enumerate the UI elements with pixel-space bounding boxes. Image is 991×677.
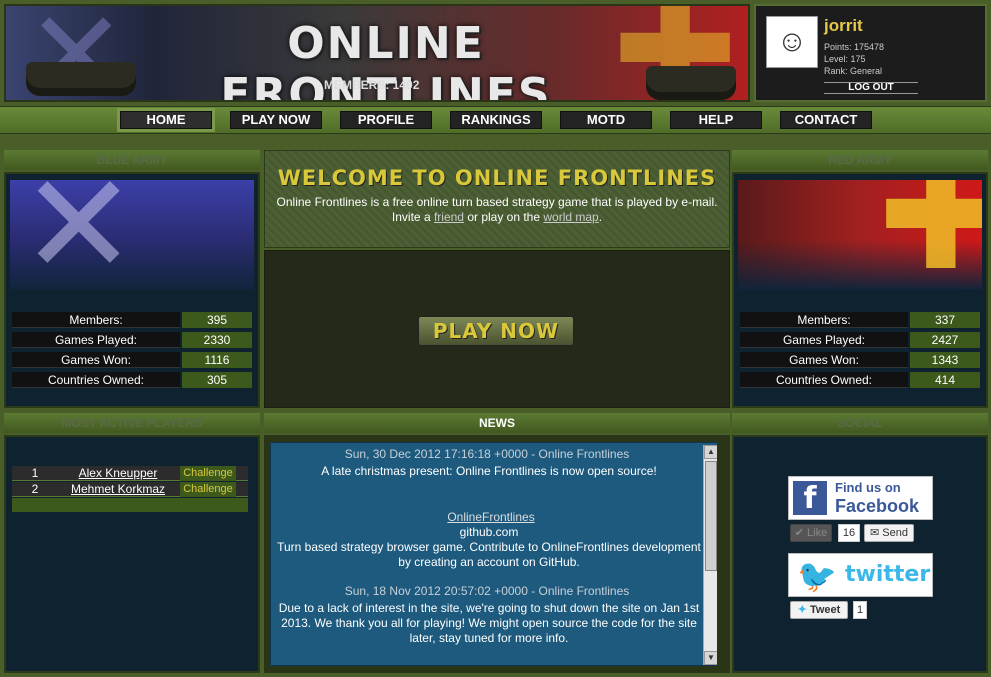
stat-value: 1343 bbox=[910, 352, 980, 368]
stat-label: Games Played: bbox=[740, 332, 908, 348]
welcome-text: Online Frontlines is a free online turn … bbox=[276, 195, 718, 225]
scroll-thumb[interactable] bbox=[705, 461, 717, 571]
user-level: Level: 175 bbox=[824, 54, 866, 64]
blue-x-icon: ✕ bbox=[20, 180, 138, 290]
invite-friend-link[interactable]: friend bbox=[434, 210, 464, 224]
blue-army-image: ✕ bbox=[10, 180, 254, 290]
stat-value: 1116 bbox=[182, 352, 252, 368]
news-link-domain: github.com bbox=[459, 525, 519, 539]
welcome-text-3: . bbox=[598, 210, 603, 224]
red-stat-members: Members: 337 bbox=[740, 312, 980, 328]
red-army-image: ✚ bbox=[738, 180, 982, 290]
news-feed[interactable]: Sun, 30 Dec 2012 17:16:18 +0000 - Online… bbox=[270, 442, 718, 666]
blue-stat-games-played: Games Played: 2330 bbox=[12, 332, 252, 348]
play-now-button[interactable]: PLAY NOW bbox=[418, 316, 574, 346]
stat-label: Members: bbox=[12, 312, 180, 328]
stat-label: Members: bbox=[740, 312, 908, 328]
red-army-title: RED ARMY bbox=[828, 153, 892, 167]
facebook-label-line1: Find us on bbox=[835, 480, 901, 495]
header-banner: ✕ ✚ ONLINE FRONTLINES MEMBERS: 1492 bbox=[4, 4, 750, 102]
stat-value: 337 bbox=[910, 312, 980, 328]
challenge-button[interactable]: Challenge bbox=[180, 482, 236, 497]
twitter-bird-icon: 🐦 bbox=[797, 558, 837, 594]
nav-play-now[interactable]: PLAY NOW bbox=[230, 111, 322, 129]
stat-label: Games Played: bbox=[12, 332, 180, 348]
red-stat-games-won: Games Won: 1343 bbox=[740, 352, 980, 368]
tweet-button[interactable]: ✦ Tweet bbox=[790, 601, 848, 619]
stat-label: Games Won: bbox=[740, 352, 908, 368]
scroll-up-icon[interactable]: ▲ bbox=[704, 445, 717, 459]
send-label: Send bbox=[882, 527, 908, 539]
facebook-label-line2: Facebook bbox=[835, 496, 920, 516]
blue-army-title: BLUE ARMY bbox=[96, 153, 168, 167]
user-panel: ☺ jorrit Points: 175478 Level: 175 Rank:… bbox=[754, 4, 987, 102]
nav-profile[interactable]: PROFILE bbox=[340, 111, 432, 129]
like-button[interactable]: ✔ Like bbox=[790, 524, 832, 542]
red-stat-countries: Countries Owned: 414 bbox=[740, 372, 980, 388]
world-map-link[interactable]: world map bbox=[543, 210, 598, 224]
player-name-link[interactable]: Alex Kneupper bbox=[58, 466, 178, 481]
news-item-header: Sun, 18 Nov 2012 20:57:02 +0000 - Online… bbox=[344, 584, 630, 598]
like-label: Like bbox=[807, 527, 828, 539]
user-rank: Rank: General bbox=[824, 66, 883, 76]
player-row: 2 Mehmet Korkmaz Challenge bbox=[12, 482, 248, 497]
logout-button[interactable]: LOG OUT bbox=[824, 82, 918, 94]
blue-stat-countries: Countries Owned: 305 bbox=[12, 372, 252, 388]
news-title: NEWS bbox=[479, 416, 515, 430]
tank-right-icon bbox=[646, 66, 736, 100]
nav-help[interactable]: HELP bbox=[670, 111, 762, 129]
thumbs-up-icon: ✔ bbox=[794, 527, 804, 539]
stat-value: 395 bbox=[182, 312, 252, 328]
news-link-onlinefrontlines[interactable]: OnlineFrontlines bbox=[443, 510, 539, 525]
facebook-button[interactable]: f Find us on Facebook bbox=[788, 476, 933, 520]
challenge-button[interactable]: Challenge bbox=[180, 466, 236, 481]
player-rank: 1 bbox=[31, 466, 39, 480]
player-rank: 2 bbox=[31, 482, 39, 496]
scroll-down-icon[interactable]: ▼ bbox=[704, 651, 717, 665]
news-item-header: Sun, 30 Dec 2012 17:16:18 +0000 - Online… bbox=[344, 447, 630, 461]
tweet-count: 1 bbox=[853, 601, 867, 619]
red-cross-icon: ✚ bbox=[878, 180, 982, 290]
welcome-title: WELCOME TO ONLINE FRONTLINES bbox=[277, 166, 717, 190]
tweet-label: Tweet bbox=[809, 604, 841, 616]
nav-rankings[interactable]: RANKINGS bbox=[450, 111, 542, 129]
facebook-label: Find us on Facebook bbox=[835, 479, 919, 515]
members-count: MEMBERS: 1492 bbox=[324, 78, 420, 92]
username-link[interactable]: jorrit bbox=[824, 16, 863, 36]
stat-value: 2330 bbox=[182, 332, 252, 348]
player-name-link[interactable]: Mehmet Korkmaz bbox=[58, 482, 178, 497]
nav-motd[interactable]: MOTD bbox=[560, 111, 652, 129]
stat-label: Countries Owned: bbox=[740, 372, 908, 388]
nav-home[interactable]: HOME bbox=[120, 111, 212, 129]
send-button[interactable]: ✉ Send bbox=[864, 524, 914, 542]
news-scrollbar[interactable]: ▲ ▼ bbox=[703, 445, 717, 665]
red-stat-games-played: Games Played: 2427 bbox=[740, 332, 980, 348]
avatar[interactable]: ☺ bbox=[766, 16, 818, 68]
blue-stat-games-won: Games Won: 1116 bbox=[12, 352, 252, 368]
twitter-small-icon: ✦ bbox=[797, 604, 807, 616]
stat-label: Games Won: bbox=[12, 352, 180, 368]
like-count: 16 bbox=[838, 524, 860, 542]
player-list-footer bbox=[12, 498, 248, 512]
news-item-body: Due to a lack of interest in the site, w… bbox=[278, 601, 700, 645]
main-nav: HOME PLAY NOW PROFILE RANKINGS MOTD HELP… bbox=[0, 106, 991, 134]
welcome-text-2: or play on the bbox=[463, 210, 544, 224]
stat-label: Countries Owned: bbox=[12, 372, 180, 388]
stat-value: 414 bbox=[910, 372, 980, 388]
facebook-icon: f bbox=[793, 481, 827, 516]
send-icon: ✉ bbox=[870, 527, 880, 539]
tank-left-icon bbox=[26, 62, 136, 96]
active-players-title: MOST ACTIVE PLAYERS bbox=[61, 416, 203, 430]
twitter-label: twitter bbox=[845, 562, 931, 587]
user-points: Points: 175478 bbox=[824, 42, 885, 52]
stat-value: 305 bbox=[182, 372, 252, 388]
twitter-button[interactable]: 🐦 twitter bbox=[788, 553, 933, 597]
social-title: SOCIAL bbox=[837, 416, 883, 430]
blue-stat-members: Members: 395 bbox=[12, 312, 252, 328]
stat-value: 2427 bbox=[910, 332, 980, 348]
nav-contact[interactable]: CONTACT bbox=[780, 111, 872, 129]
player-row: 1 Alex Kneupper Challenge bbox=[12, 466, 248, 481]
news-item-body: Turn based strategy browser game. Contri… bbox=[277, 540, 701, 569]
news-item-body: A late christmas present: Online Frontli… bbox=[321, 464, 657, 478]
